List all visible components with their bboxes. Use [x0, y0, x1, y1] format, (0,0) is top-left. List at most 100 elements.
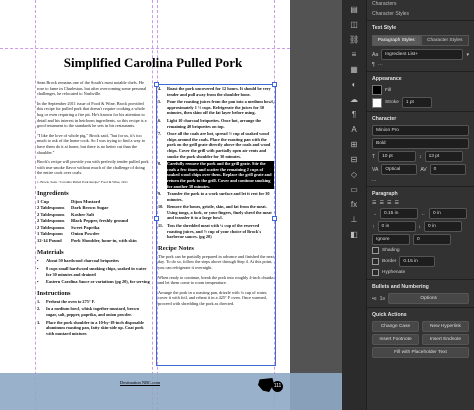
divider [367, 71, 474, 72]
layers-icon[interactable]: ◫ [349, 20, 359, 30]
new-hyperlink-button[interactable]: New Hyperlink [422, 321, 469, 332]
style-options-icon[interactable]: ⋯ [378, 62, 383, 68]
cc-libraries-icon[interactable]: ☁ [349, 95, 359, 105]
space-after-field[interactable]: 0 in [424, 221, 462, 232]
divider [367, 20, 474, 21]
paragraph-styles-icon[interactable]: ¶ [349, 110, 359, 120]
instruction-step: 1. Preheat the oven to 275° F. [37, 298, 95, 304]
justify-icon[interactable]: ☰ [394, 200, 398, 206]
character-heading: Character [372, 116, 397, 122]
fill-label: Fill [385, 87, 392, 93]
fill-placeholder-button[interactable]: Fill with Placeholder Text [372, 347, 469, 358]
bulleted-list-icon[interactable]: •≡ [372, 296, 377, 302]
page-title[interactable]: Simplified Carolina Pulled Pork [38, 55, 268, 71]
materials-heading: Materials [37, 249, 64, 257]
panel-subtitle[interactable]: Character Styles [367, 10, 474, 18]
drop-cap-field[interactable]: 0 [413, 234, 451, 245]
change-case-button[interactable]: Change Case [372, 321, 419, 332]
instruction-step: 3. Place the pork shoulder in a 10-by-18-… [37, 319, 144, 336]
insert-endnote-button[interactable]: Insert Endnote [422, 334, 469, 345]
style-icon: Aa [372, 51, 379, 58]
left-text-frame[interactable]: Sean Brock remains one of the South's mo… [37, 80, 150, 338]
intro-paragraph: In the September 2011 issue of Food & Wi… [37, 100, 147, 129]
chevron-down-icon[interactable]: ▾ [466, 52, 469, 58]
intro-paragraph: "I like the love of whole pig," Brock sa… [37, 132, 146, 155]
pathfinder-icon[interactable]: ◧ [349, 230, 359, 240]
font-size-icon: T [372, 153, 376, 160]
kerning-field[interactable]: Optical [381, 164, 418, 175]
resize-handle[interactable] [154, 82, 159, 87]
space-after-icon: ↓ [418, 223, 422, 230]
text-frame-selection[interactable] [156, 84, 276, 366]
more-options-button[interactable]: ... [372, 177, 376, 183]
hyphenate-checkbox[interactable] [372, 269, 379, 276]
shading-checkbox[interactable] [372, 247, 379, 254]
paragraph-style-select[interactable]: Ingredient List+ [381, 49, 464, 60]
right-indent-icon: ← [421, 210, 426, 217]
appearance-heading: Appearance [372, 76, 402, 82]
ingredient-row: 12-14 Pound Pork Shoulder, bone-in, with … [37, 237, 137, 243]
kerning-icon: VA [372, 166, 379, 173]
font-style-select[interactable]: Bold [372, 138, 469, 149]
footnote: 1. Brock, Sean. "Carolina Pulled Pork Re… [37, 179, 128, 184]
left-indent-icon: → [372, 210, 377, 217]
color-icon[interactable]: ◐ [349, 80, 359, 90]
hyphenation-zone-select[interactable]: Ignore [372, 234, 410, 245]
align-left-icon[interactable]: ☰ [372, 200, 376, 206]
stroke-weight-field[interactable]: 1 pt [401, 97, 432, 108]
margin-guide [35, 0, 36, 410]
panel-content: Characters Character Styles Text Style P… [367, 0, 474, 410]
clear-overrides-icon[interactable]: ¶ [372, 62, 375, 68]
footer-band [0, 373, 342, 410]
stroke-label: Stroke [385, 100, 399, 105]
links-icon[interactable]: ⛓ [349, 35, 359, 45]
space-before-field[interactable]: 0 in [377, 221, 416, 232]
instruction-step: 2. In a medium bowl, whisk together musta… [37, 306, 140, 317]
effects-icon[interactable]: fx [349, 200, 359, 210]
swatches-icon[interactable]: ▦ [349, 65, 359, 75]
text-wrap-icon[interactable]: ⊞ [349, 140, 359, 150]
character-styles-icon[interactable]: A [349, 125, 359, 135]
gradient-icon[interactable]: ▭ [349, 185, 359, 195]
right-indent-field[interactable]: 0 in [429, 208, 467, 219]
left-indent-field[interactable]: 0.15 in [380, 208, 418, 219]
numbered-list-icon[interactable]: 1≡ [380, 296, 386, 302]
font-family-select[interactable]: Minion Pro [372, 125, 469, 136]
ingredients-heading: Ingredients [37, 189, 69, 197]
tab-paragraph-styles[interactable]: Paragraph Styles [372, 35, 421, 46]
resize-handle[interactable] [272, 216, 277, 221]
tracking-field[interactable]: 0 [429, 164, 466, 175]
divider [367, 307, 474, 308]
panel-icon-strip: ▤ ◫ ⛓ ≡ ▦ ◐ ☁ ¶ A ⊞ ⊟ ◇ ▭ fx ⊥ ◧ [342, 0, 367, 410]
hyphenate-label: Hyphenate [382, 270, 406, 275]
intro-paragraph: Brock's recipe will provide you with per… [37, 159, 149, 176]
align-center-icon[interactable]: ☰ [379, 200, 383, 206]
options-button[interactable]: Options [388, 293, 469, 304]
border-offset-field[interactable]: 0.15 in [399, 256, 436, 267]
leading-icon: ↕ [419, 153, 422, 160]
align-icon[interactable]: ⊥ [349, 215, 359, 225]
resize-handle[interactable] [154, 216, 159, 221]
shading-label: Shading [382, 248, 400, 253]
pages-icon[interactable]: ▤ [349, 5, 359, 15]
tab-character-styles[interactable]: Character Styles [420, 35, 469, 46]
document-canvas[interactable]: Simplified Carolina Pulled Pork Sean Bro… [0, 0, 342, 410]
font-size-field[interactable]: 10 pt [378, 151, 417, 162]
space-before-icon: ↑ [372, 223, 375, 230]
table-icon[interactable]: ⊟ [349, 155, 359, 165]
style-tabs: Paragraph Styles Character Styles [372, 35, 469, 46]
intro-paragraph: Sean Brock remains one of the South's mo… [37, 80, 147, 97]
border-checkbox[interactable] [372, 258, 379, 265]
material-item: • 8 cups small hardwood smoking chips, so… [37, 266, 147, 277]
stroke-icon[interactable]: ≡ [349, 50, 359, 60]
leading-field[interactable]: 13 pt [424, 151, 463, 162]
footer-url[interactable]: Destination NBC.com [120, 380, 160, 385]
insert-footnote-button[interactable]: Insert Footnote [372, 334, 419, 345]
align-right-icon[interactable]: ☰ [387, 200, 391, 206]
object-styles-icon[interactable]: ◇ [349, 170, 359, 180]
paragraph-heading: Paragraph [372, 191, 398, 197]
resize-handle[interactable] [272, 82, 277, 87]
text-style-heading: Text Style [372, 25, 397, 31]
fill-swatch[interactable] [372, 85, 382, 95]
stroke-swatch[interactable] [372, 97, 382, 108]
